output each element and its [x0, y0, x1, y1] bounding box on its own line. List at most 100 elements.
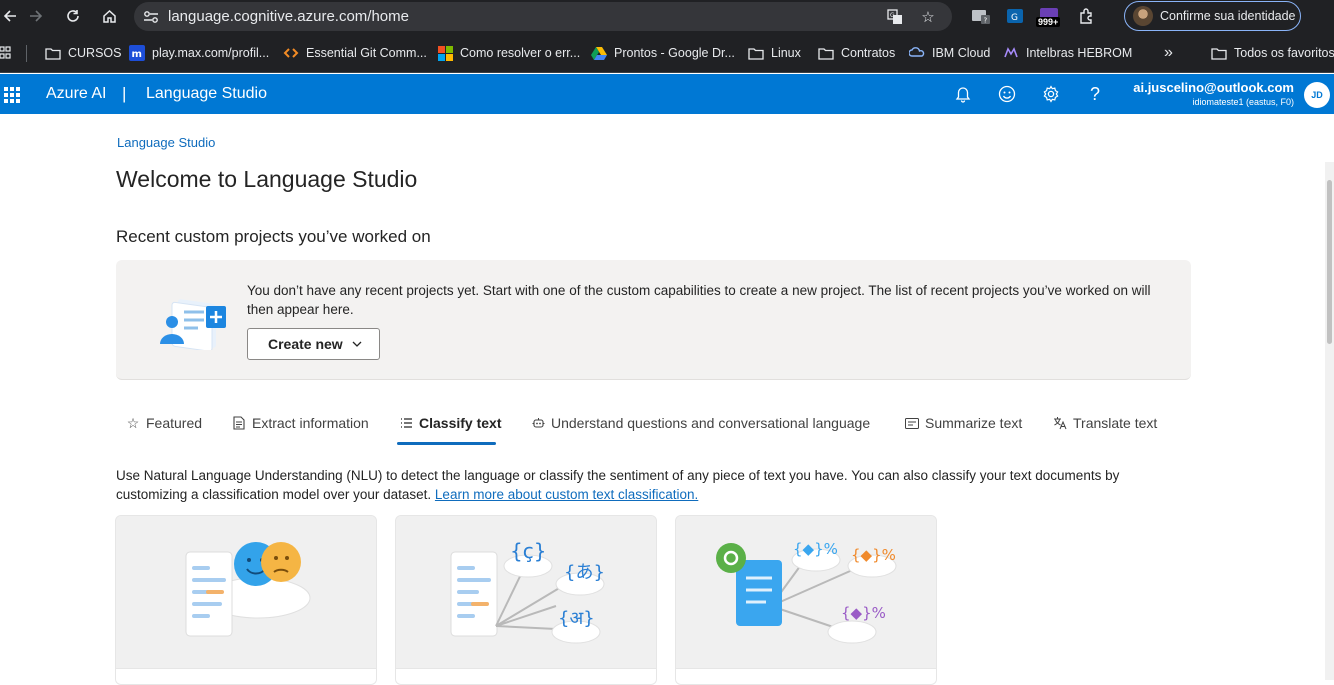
- list-icon: [399, 416, 413, 430]
- back-icon[interactable]: [0, 2, 24, 30]
- learn-more-link[interactable]: Learn more about custom text classificat…: [435, 487, 698, 502]
- custom-classification-card[interactable]: {◆}% {◆}% {◆}%: [675, 515, 937, 685]
- tab-featured[interactable]: ☆ Featured: [126, 407, 202, 439]
- app-launcher-icon[interactable]: [4, 87, 20, 103]
- app-header: Azure AI | Language Studio ? ai.juscelin…: [0, 74, 1334, 114]
- extension-badge: 999+: [1036, 17, 1061, 27]
- bot-icon: [531, 416, 545, 430]
- svg-text:?: ?: [984, 17, 988, 25]
- reload-icon[interactable]: [59, 2, 87, 30]
- folder-icon: [818, 45, 834, 61]
- page-title: Welcome to Language Studio: [116, 166, 418, 192]
- tab-label: Translate text: [1073, 415, 1158, 431]
- home-icon[interactable]: [95, 2, 123, 30]
- bookmark-label: Como resolver o err...: [460, 46, 581, 60]
- ibm-icon: [909, 45, 925, 61]
- profile-avatar: [1133, 6, 1153, 26]
- google-drive-icon: [591, 45, 607, 61]
- language-detection-card[interactable]: {ç} {あ} {अ}: [395, 515, 657, 685]
- bookmark-label: Todos os favoritos: [1234, 46, 1334, 60]
- bookmark-ibm-cloud[interactable]: IBM Cloud: [909, 44, 990, 62]
- tab-label: Understand questions and conversational …: [551, 415, 871, 431]
- svg-text:{あ}: {あ}: [564, 562, 605, 583]
- bookmark-intelbras[interactable]: Intelbras HEBROM: [1003, 44, 1132, 62]
- profile-label: Confirme sua identidade: [1160, 9, 1296, 23]
- capability-tabs: ☆ Featured Extract information Classify …: [116, 407, 1191, 445]
- account-info[interactable]: ai.juscelino@outlook.com idiomateste1 (e…: [1133, 80, 1294, 108]
- address-bar[interactable]: language.cognitive.azure.com/home G ☆: [134, 2, 952, 31]
- folder-icon: [45, 45, 61, 61]
- browser-toolbar: language.cognitive.azure.com/home G ☆ ? …: [0, 0, 1334, 33]
- tab-label: Classify text: [419, 415, 502, 431]
- bookmark-star-icon[interactable]: ☆: [917, 6, 939, 28]
- help-question-icon[interactable]: ?: [1084, 83, 1106, 105]
- bookmark-cursos[interactable]: CURSOS: [45, 44, 121, 62]
- bookmark-label: Intelbras HEBROM: [1026, 46, 1133, 60]
- user-avatar[interactable]: JD: [1304, 82, 1330, 108]
- tab-extract-information[interactable]: Extract information: [232, 407, 369, 439]
- product-name-link[interactable]: Language Studio: [146, 85, 267, 103]
- translate-page-icon[interactable]: G: [884, 6, 906, 28]
- more-bookmarks-button[interactable]: »: [1164, 44, 1173, 62]
- bookmark-label: Prontos - Google Dr...: [614, 46, 735, 60]
- extensions-puzzle-icon[interactable]: [1076, 5, 1098, 27]
- tab-label: Extract information: [252, 415, 369, 431]
- bookmark-como-resolver[interactable]: Como resolver o err...: [437, 44, 580, 62]
- tab-label: Featured: [146, 415, 203, 431]
- chevron-down-icon: [352, 341, 362, 347]
- empty-projects-message: You don’t have any recent projects yet. …: [247, 283, 1151, 317]
- bookmark-prontos[interactable]: Prontos - Google Dr...: [591, 44, 735, 62]
- create-new-button[interactable]: Create new: [247, 328, 380, 360]
- bookmark-git[interactable]: Essential Git Comm...: [283, 44, 427, 62]
- custom-classification-illustration: {◆}% {◆}% {◆}%: [676, 516, 936, 668]
- profile-button[interactable]: Confirme sua identidade: [1124, 1, 1301, 31]
- tab-summarize-text[interactable]: Summarize text: [905, 407, 1022, 439]
- apps-grid-icon[interactable]: [0, 44, 12, 62]
- bookmark-label: Linux: [771, 46, 801, 60]
- brand-link[interactable]: Azure AI: [46, 85, 106, 103]
- max-icon: m: [129, 45, 145, 61]
- bookmark-contratos[interactable]: Contratos: [818, 44, 895, 62]
- page-scrollbar[interactable]: [1325, 162, 1334, 680]
- svg-text:{◆}%: {◆}%: [851, 546, 896, 564]
- tab-translate-text[interactable]: Translate text: [1053, 407, 1157, 439]
- bookmark-linux[interactable]: Linux: [748, 44, 801, 62]
- sentiment-analysis-card[interactable]: [115, 515, 377, 685]
- url-text[interactable]: language.cognitive.azure.com/home: [168, 8, 409, 25]
- breadcrumb[interactable]: Language Studio: [117, 135, 215, 150]
- bookmark-label: CURSOS: [68, 46, 122, 60]
- bookmarks-divider: [26, 45, 27, 62]
- intelbras-icon: [1003, 45, 1019, 61]
- more-bookmarks-label: »: [1164, 44, 1173, 61]
- tab-classify-text[interactable]: Classify text: [399, 407, 501, 439]
- svg-text:{ç}: {ç}: [510, 539, 546, 563]
- active-tab-indicator: [397, 442, 496, 445]
- microsoft-icon: [437, 45, 453, 61]
- svg-text:{अ}: {अ}: [558, 608, 595, 629]
- feedback-smiley-icon[interactable]: [996, 83, 1018, 105]
- translate-icon: [1053, 416, 1067, 430]
- user-resource: idiomateste1 (eastus, F0): [1192, 97, 1294, 107]
- svg-text:{◆}%: {◆}%: [841, 604, 886, 622]
- svg-text:G: G: [1011, 13, 1018, 23]
- recent-projects-title: Recent custom projects you’ve worked on: [116, 227, 431, 246]
- extension-outlook-icon[interactable]: G: [1004, 5, 1026, 27]
- bookmark-max[interactable]: m play.max.com/profil...: [129, 44, 269, 62]
- user-email: ai.juscelino@outlook.com: [1133, 80, 1294, 95]
- folder-icon: [1211, 45, 1227, 61]
- extension-mail-icon[interactable]: ?: [970, 5, 992, 27]
- notifications-bell-icon[interactable]: [952, 83, 974, 105]
- bookmark-label: Contratos: [841, 46, 896, 60]
- sentiment-illustration: [116, 516, 376, 668]
- scrollbar-thumb[interactable]: [1327, 180, 1332, 344]
- folder-icon: [748, 45, 764, 61]
- card-footer: [116, 668, 376, 684]
- svg-text:m: m: [132, 49, 142, 60]
- forward-icon[interactable]: [22, 2, 50, 30]
- all-bookmarks-folder[interactable]: Todos os favoritos: [1211, 44, 1334, 62]
- settings-gear-icon[interactable]: [1040, 83, 1062, 105]
- card-footer: [676, 668, 936, 684]
- bookmark-label: play.max.com/profil...: [152, 46, 270, 60]
- site-info-icon[interactable]: [134, 2, 168, 31]
- tab-understand-questions[interactable]: Understand questions and conversational …: [531, 407, 870, 439]
